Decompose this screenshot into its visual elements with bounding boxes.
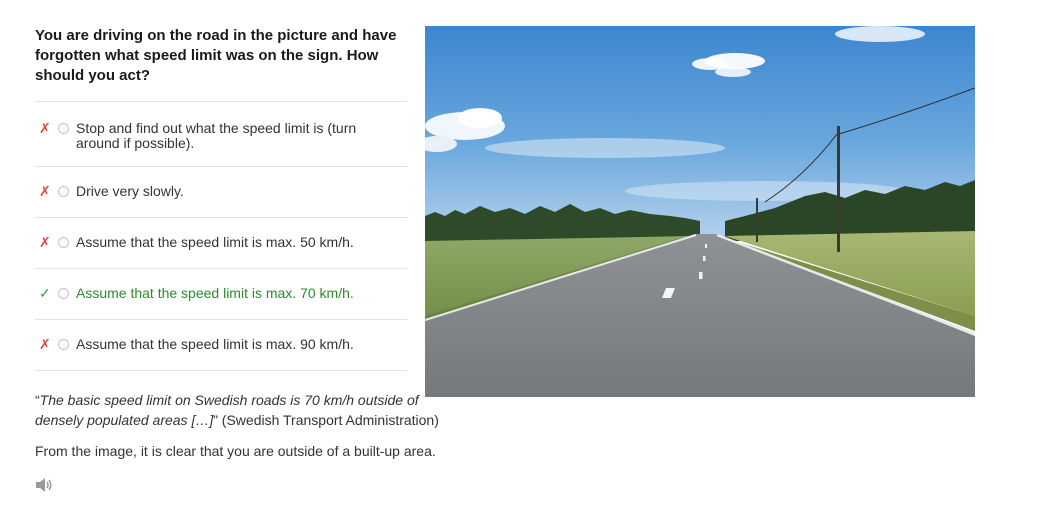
answer-options: ✗ Stop and find out what the speed limit…: [35, 101, 407, 371]
answer-option-2[interactable]: ✗ Drive very slowly.: [35, 167, 407, 218]
answer-option-3[interactable]: ✗ Assume that the speed limit is max. 50…: [35, 218, 407, 269]
question-text: You are driving on the road in the pictu…: [35, 27, 397, 84]
answer-label: Assume that the speed limit is max. 50 k…: [76, 234, 354, 250]
road-photo: [425, 26, 975, 397]
check-icon: ✓: [39, 285, 51, 301]
explanation-quote: “The basic speed limit on Swedish roads …: [35, 390, 455, 430]
radio-button[interactable]: [58, 339, 69, 350]
cross-icon: ✗: [39, 183, 51, 199]
speaker-icon-graphic: [36, 478, 52, 492]
cross-icon: ✗: [39, 336, 51, 352]
cross-icon: ✗: [39, 234, 51, 250]
radio-button[interactable]: [58, 288, 69, 299]
radio-button[interactable]: [58, 237, 69, 248]
answer-label: Assume that the speed limit is max. 90 k…: [76, 336, 354, 352]
cross-icon: ✗: [39, 120, 51, 136]
answer-option-4[interactable]: ✓ Assume that the speed limit is max. 70…: [35, 269, 407, 320]
radio-button[interactable]: [58, 186, 69, 197]
quote-source: (Swedish Transport Administration): [217, 412, 439, 428]
answer-label: Stop and find out what the speed limit i…: [76, 120, 357, 151]
answer-option-5[interactable]: ✗ Assume that the speed limit is max. 90…: [35, 320, 407, 371]
answer-option-1[interactable]: ✗ Stop and find out what the speed limit…: [35, 102, 407, 167]
radio-button[interactable]: [58, 123, 69, 134]
answer-label: Drive very slowly.: [76, 183, 184, 199]
explanation-conclusion: From the image, it is clear that you are…: [35, 443, 436, 459]
speaker-icon[interactable]: [34, 476, 54, 494]
road-photo-graphic: [425, 26, 975, 397]
answer-label: Assume that the speed limit is max. 70 k…: [76, 285, 354, 301]
